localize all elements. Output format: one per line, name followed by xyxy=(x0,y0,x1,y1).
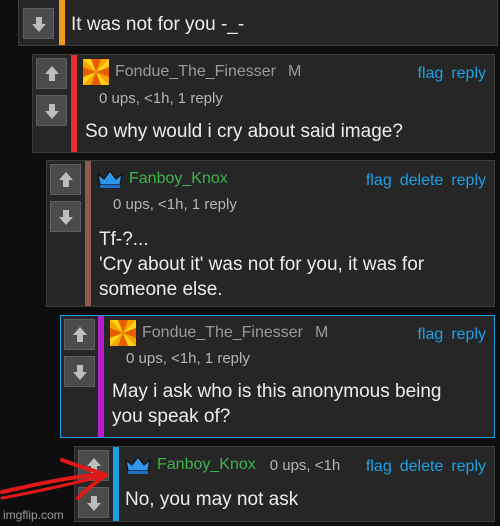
comment-1: Fondue_The_Finesser M flag reply 0 ups, <… xyxy=(32,54,495,153)
comment-header: Fondue_The_Finesser M xyxy=(83,59,301,85)
comment-body: Tf-?... 'Cry about it' was not for you, … xyxy=(99,229,425,300)
comment-actions: flag reply xyxy=(410,65,486,83)
reply-link[interactable]: reply xyxy=(451,65,486,82)
comment-4: Fanboy_Knox 0 ups, <1h flag delete reply N… xyxy=(74,446,495,522)
comment-0: It was not for you -_- xyxy=(18,0,498,46)
flag-link[interactable]: flag xyxy=(418,65,444,82)
arrow-up-icon xyxy=(58,171,73,187)
arrow-up-icon xyxy=(44,65,59,81)
downvote-button[interactable] xyxy=(36,95,67,126)
arrow-down-icon xyxy=(58,209,73,225)
reply-link[interactable]: reply xyxy=(451,458,486,475)
upvote-button[interactable] xyxy=(64,319,95,350)
comment-header: Fanboy_Knox xyxy=(97,166,228,192)
crown-avatar-icon[interactable] xyxy=(97,166,123,192)
comment-body: It was not for you -_- xyxy=(71,14,245,35)
username-link[interactable]: Fondue_The_Finesser xyxy=(142,324,303,342)
comment-meta: 0 ups, <1h, 1 reply xyxy=(113,196,237,213)
downvote-button[interactable] xyxy=(50,201,81,232)
comment-body: May i ask who is this anonymous being yo… xyxy=(112,381,442,427)
pinwheel-avatar-icon[interactable] xyxy=(110,320,136,346)
arrow-down-icon xyxy=(72,364,87,380)
watermark: imgflip.com xyxy=(3,508,64,522)
comment-2: Fanboy_Knox flag delete reply 0 ups, <1h, … xyxy=(46,160,495,307)
flag-link[interactable]: flag xyxy=(366,458,392,475)
upvote-button[interactable] xyxy=(50,164,81,195)
comment-accent xyxy=(71,55,77,152)
comment-actions: flag delete reply xyxy=(358,458,486,476)
comment-actions: flag delete reply xyxy=(358,172,486,190)
comment-accent xyxy=(85,161,91,306)
comment-body: No, you may not ask xyxy=(125,489,299,510)
flag-link[interactable]: flag xyxy=(418,326,444,343)
comment-header: Fanboy_Knox 0 ups, <1h xyxy=(125,452,340,478)
mod-badge: M xyxy=(287,63,302,80)
crown-avatar-icon[interactable] xyxy=(125,452,151,478)
comment-3: Fondue_The_Finesser M flag reply 0 ups, <… xyxy=(60,315,495,438)
username-link[interactable]: Fanboy_Knox xyxy=(157,456,256,474)
comment-meta: 0 ups, <1h, 1 reply xyxy=(126,350,250,367)
delete-link[interactable]: delete xyxy=(400,172,444,189)
downvote-button[interactable] xyxy=(64,356,95,387)
comment-actions: flag reply xyxy=(410,326,486,344)
comment-meta: 0 ups, <1h xyxy=(269,456,341,474)
comment-body: So why would i cry about said image? xyxy=(85,121,403,142)
reply-link[interactable]: reply xyxy=(451,326,486,343)
comment-meta: 0 ups, <1h, 1 reply xyxy=(99,90,223,107)
arrow-down-icon xyxy=(31,16,46,32)
comment-accent xyxy=(98,316,104,437)
mod-badge: M xyxy=(314,324,329,341)
username-link[interactable]: Fanboy_Knox xyxy=(129,170,228,188)
delete-link[interactable]: delete xyxy=(400,458,444,475)
arrow-up-icon xyxy=(72,326,87,342)
comment-accent xyxy=(59,0,65,45)
username-link[interactable]: Fondue_The_Finesser xyxy=(115,63,276,81)
flag-link[interactable]: flag xyxy=(366,172,392,189)
red-arrow-annotation xyxy=(0,458,108,500)
arrow-down-icon xyxy=(44,103,59,119)
reply-link[interactable]: reply xyxy=(451,172,486,189)
comment-header: Fondue_The_Finesser M xyxy=(110,320,328,346)
pinwheel-avatar-icon[interactable] xyxy=(83,59,109,85)
upvote-button[interactable] xyxy=(36,58,67,89)
downvote-button[interactable] xyxy=(23,8,54,39)
